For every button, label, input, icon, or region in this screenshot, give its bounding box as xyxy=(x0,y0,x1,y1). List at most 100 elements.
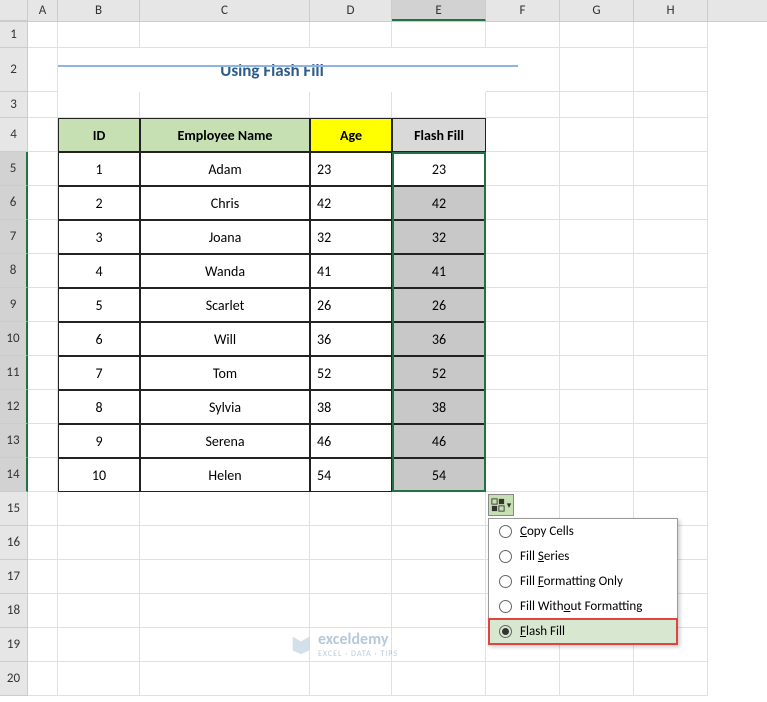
row-header-7[interactable]: 7 xyxy=(0,220,28,254)
cell-flash[interactable]: 38 xyxy=(392,390,486,424)
row-header-20[interactable]: 20 xyxy=(0,662,28,696)
cell-E3[interactable] xyxy=(392,92,486,118)
cell-F6[interactable] xyxy=(486,186,560,220)
menu-flash-fill[interactable]: Flash Fill xyxy=(489,619,677,644)
cell-id[interactable]: 3 xyxy=(58,220,140,254)
row-header-16[interactable]: 16 xyxy=(0,526,28,560)
cell-F13[interactable] xyxy=(486,424,560,458)
row-header-18[interactable]: 18 xyxy=(0,594,28,628)
cell-H8[interactable] xyxy=(634,254,708,288)
col-header-D[interactable]: D xyxy=(310,0,392,21)
cell-name[interactable]: Helen xyxy=(140,458,310,492)
cell-H11[interactable] xyxy=(634,356,708,390)
row-header-1[interactable]: 1 xyxy=(0,22,28,48)
menu-fill-without-formatting[interactable]: Fill Without Formatting xyxy=(489,594,677,619)
cell-G14[interactable] xyxy=(560,458,634,492)
cell-B1[interactable] xyxy=(58,22,140,48)
cell-C1[interactable] xyxy=(140,22,310,48)
row-header-14[interactable]: 14 xyxy=(0,458,28,492)
cell-age[interactable]: 42 xyxy=(310,186,392,220)
header-age[interactable]: Age xyxy=(310,118,392,152)
row-header-5[interactable]: 5 xyxy=(0,152,28,186)
cell-name[interactable]: Joana xyxy=(140,220,310,254)
cell-F3[interactable] xyxy=(486,92,560,118)
cell-D3[interactable] xyxy=(310,92,392,118)
cell-H4[interactable] xyxy=(634,118,708,152)
cell-name[interactable]: Wanda xyxy=(140,254,310,288)
cell-H10[interactable] xyxy=(634,322,708,356)
cell-G13[interactable] xyxy=(560,424,634,458)
row-header-13[interactable]: 13 xyxy=(0,424,28,458)
cell-age[interactable]: 54 xyxy=(310,458,392,492)
cell-id[interactable]: 8 xyxy=(58,390,140,424)
cell-F1[interactable] xyxy=(486,22,560,48)
cell-H5[interactable] xyxy=(634,152,708,186)
cell-flash[interactable]: 52 xyxy=(392,356,486,390)
cell-id[interactable]: 10 xyxy=(58,458,140,492)
cell-G6[interactable] xyxy=(560,186,634,220)
autofill-options-button[interactable]: ▾ xyxy=(488,494,514,516)
row-header-2[interactable]: 2 xyxy=(0,48,28,92)
cell-age[interactable]: 32 xyxy=(310,220,392,254)
cell-flash[interactable]: 26 xyxy=(392,288,486,322)
cell-F2[interactable] xyxy=(486,48,560,92)
cell-age[interactable]: 26 xyxy=(310,288,392,322)
cell-F12[interactable] xyxy=(486,390,560,424)
cell-F4[interactable] xyxy=(486,118,560,152)
cell-flash[interactable]: 36 xyxy=(392,322,486,356)
cell-A11[interactable] xyxy=(28,356,58,390)
cell-F11[interactable] xyxy=(486,356,560,390)
cell-age[interactable]: 23 xyxy=(310,152,392,186)
row-header-3[interactable]: 3 xyxy=(0,92,28,118)
cell-F10[interactable] xyxy=(486,322,560,356)
cell-name[interactable]: Serena xyxy=(140,424,310,458)
col-header-H[interactable]: H xyxy=(634,0,708,21)
cell-F7[interactable] xyxy=(486,220,560,254)
menu-copy-cells[interactable]: Copy Cells xyxy=(489,519,677,544)
cell-flash[interactable]: 23 xyxy=(392,152,486,186)
col-header-C[interactable]: C xyxy=(140,0,310,21)
cell-id[interactable]: 7 xyxy=(58,356,140,390)
cell-name[interactable]: Will xyxy=(140,322,310,356)
row-header-11[interactable]: 11 xyxy=(0,356,28,390)
cell-id[interactable]: 1 xyxy=(58,152,140,186)
cell-B3[interactable] xyxy=(58,92,140,118)
cell-G9[interactable] xyxy=(560,288,634,322)
cell-D15[interactable] xyxy=(310,492,392,526)
cell-A15[interactable] xyxy=(28,492,58,526)
col-header-B[interactable]: B xyxy=(58,0,140,21)
cell-A4[interactable] xyxy=(28,118,58,152)
cell-G2[interactable] xyxy=(560,48,634,92)
col-header-E[interactable]: E xyxy=(392,0,486,21)
cell-flash[interactable]: 32 xyxy=(392,220,486,254)
cell-G10[interactable] xyxy=(560,322,634,356)
row-header-10[interactable]: 10 xyxy=(0,322,28,356)
cell-A10[interactable] xyxy=(28,322,58,356)
row-header-12[interactable]: 12 xyxy=(0,390,28,424)
cell-flash[interactable]: 41 xyxy=(392,254,486,288)
cell-A6[interactable] xyxy=(28,186,58,220)
cell-H2[interactable] xyxy=(634,48,708,92)
cell-id[interactable]: 6 xyxy=(58,322,140,356)
cell-name[interactable]: Scarlet xyxy=(140,288,310,322)
row-header-15[interactable]: 15 xyxy=(0,492,28,526)
cell-F9[interactable] xyxy=(486,288,560,322)
cell-A1[interactable] xyxy=(28,22,58,48)
menu-fill-formatting-only[interactable]: Fill Formatting Only xyxy=(489,569,677,594)
cell-C3[interactable] xyxy=(140,92,310,118)
cell-flash[interactable]: 54 xyxy=(392,458,486,492)
cell-G11[interactable] xyxy=(560,356,634,390)
menu-fill-series[interactable]: Fill Series xyxy=(489,544,677,569)
cell-A12[interactable] xyxy=(28,390,58,424)
cell-F5[interactable] xyxy=(486,152,560,186)
cell-E15[interactable] xyxy=(392,492,486,526)
cell-G3[interactable] xyxy=(560,92,634,118)
cell-age[interactable]: 36 xyxy=(310,322,392,356)
col-header-F[interactable]: F xyxy=(486,0,560,21)
cell-H6[interactable] xyxy=(634,186,708,220)
cell-age[interactable]: 38 xyxy=(310,390,392,424)
title-cell[interactable]: Using Flash Fill xyxy=(58,48,486,92)
cell-A7[interactable] xyxy=(28,220,58,254)
row-header-9[interactable]: 9 xyxy=(0,288,28,322)
cell-id[interactable]: 2 xyxy=(58,186,140,220)
